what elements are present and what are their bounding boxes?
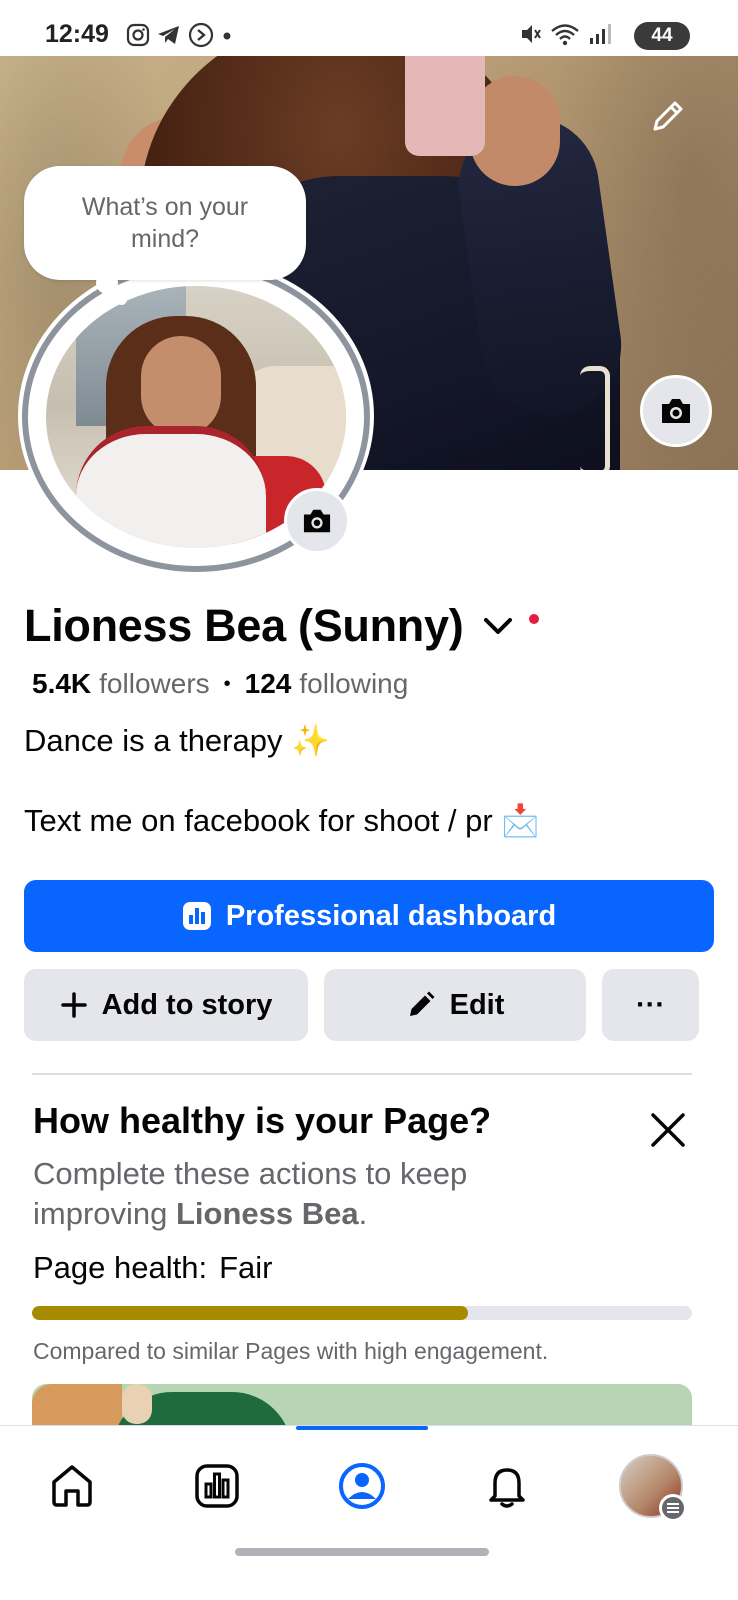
page-health-description: Complete these actions to keep improving… [33, 1154, 593, 1234]
home-gesture-bar[interactable] [235, 1548, 489, 1556]
following-count[interactable]: 124 [245, 668, 292, 700]
professional-dashboard-button[interactable]: Professional dashboard [24, 880, 714, 952]
thought-bubble-dot-small [116, 294, 127, 305]
dot-icon [223, 32, 231, 40]
edit-profile-button[interactable]: Edit [324, 969, 586, 1041]
more-options-button[interactable]: ··· [602, 969, 699, 1041]
notification-dot [529, 614, 540, 624]
page-health-title: How healthy is your Page? [33, 1100, 492, 1141]
page-health-description-suffix: . [358, 1196, 368, 1231]
edit-label: Edit [449, 988, 505, 1021]
page-health-progress-fill [32, 1306, 468, 1320]
page-health-progress [32, 1306, 692, 1320]
active-tab-indicator [296, 1426, 428, 1430]
battery-icon: 44 [634, 22, 690, 50]
page-health-status-value: Fair [219, 1250, 273, 1285]
status-left-icons [126, 22, 234, 48]
status-bar: 12:49 44 [0, 0, 738, 56]
profile-icon [339, 1463, 385, 1509]
thought-bubble[interactable]: What’s on your mind? [24, 166, 306, 280]
battery-level: 44 [651, 25, 673, 46]
photo-face [141, 336, 221, 436]
profile-name-row[interactable]: Lioness Bea (Sunny) [24, 600, 540, 652]
followers-count[interactable]: 5.4K [32, 668, 91, 700]
promo-illustration-finger [122, 1384, 152, 1424]
wifi-icon [551, 24, 579, 46]
add-to-story-button[interactable]: Add to story [24, 969, 308, 1041]
status-time: 12:49 [45, 20, 109, 48]
more-options-icon: ··· [636, 988, 665, 1021]
pencil-icon [409, 991, 435, 1016]
photo-shirt [76, 426, 266, 548]
thought-bubble-text: What’s on your mind? [81, 193, 249, 253]
signal-icon [590, 24, 611, 44]
telegram-icon [158, 26, 179, 44]
nav-menu[interactable] [616, 1451, 687, 1522]
camera-icon [303, 509, 331, 533]
instagram-icon [126, 23, 150, 47]
nav-dashboard[interactable] [182, 1451, 252, 1521]
pencil-icon [653, 101, 683, 131]
cover-strap [580, 366, 610, 470]
following-label[interactable]: following [299, 668, 408, 700]
bottom-navigation [0, 1425, 738, 1600]
followers-label[interactable]: followers [99, 668, 209, 700]
chevron-down-icon[interactable] [481, 609, 515, 643]
nav-notifications[interactable] [472, 1451, 542, 1521]
mute-icon [522, 25, 541, 43]
page-health-note: Compared to similar Pages with high enga… [33, 1338, 549, 1364]
close-button[interactable] [648, 1110, 688, 1150]
add-to-story-label: Add to story [101, 988, 273, 1021]
camera-icon [662, 399, 690, 423]
profile-camera-button[interactable] [284, 488, 350, 554]
cover-phone [405, 56, 485, 156]
dashboard-icon [182, 902, 211, 930]
page-health-page-name: Lioness Bea [176, 1196, 359, 1231]
section-divider [32, 1073, 692, 1075]
profile-name: Lioness Bea (Sunny) [24, 600, 464, 651]
edit-cover-button[interactable] [645, 95, 689, 139]
bio-line-2: Text me on facebook for shoot / pr 📩 [24, 803, 540, 838]
nav-home[interactable] [37, 1451, 107, 1521]
professional-dashboard-label: Professional dashboard [225, 899, 557, 932]
dashboard-icon [195, 1464, 239, 1508]
profile-stats: 5.4K followers • 124 following [32, 668, 408, 700]
close-icon [651, 1113, 685, 1147]
hamburger-icon [659, 1494, 687, 1522]
page-health-status-label: Page health: [33, 1250, 208, 1285]
bio-line-1: Dance is a therapy ✨ [24, 723, 330, 758]
thought-bubble-dot [96, 272, 118, 294]
shazam-icon [188, 22, 214, 48]
notifications-icon [489, 1468, 525, 1508]
home-icon [52, 1465, 92, 1507]
page-health-status: Page health: Fair [33, 1250, 272, 1286]
menu-icon [619, 1454, 687, 1522]
plus-icon [60, 992, 87, 1018]
nav-profile[interactable] [327, 1451, 397, 1521]
stats-separator: • [223, 672, 231, 695]
cover-camera-button[interactable] [640, 375, 712, 447]
